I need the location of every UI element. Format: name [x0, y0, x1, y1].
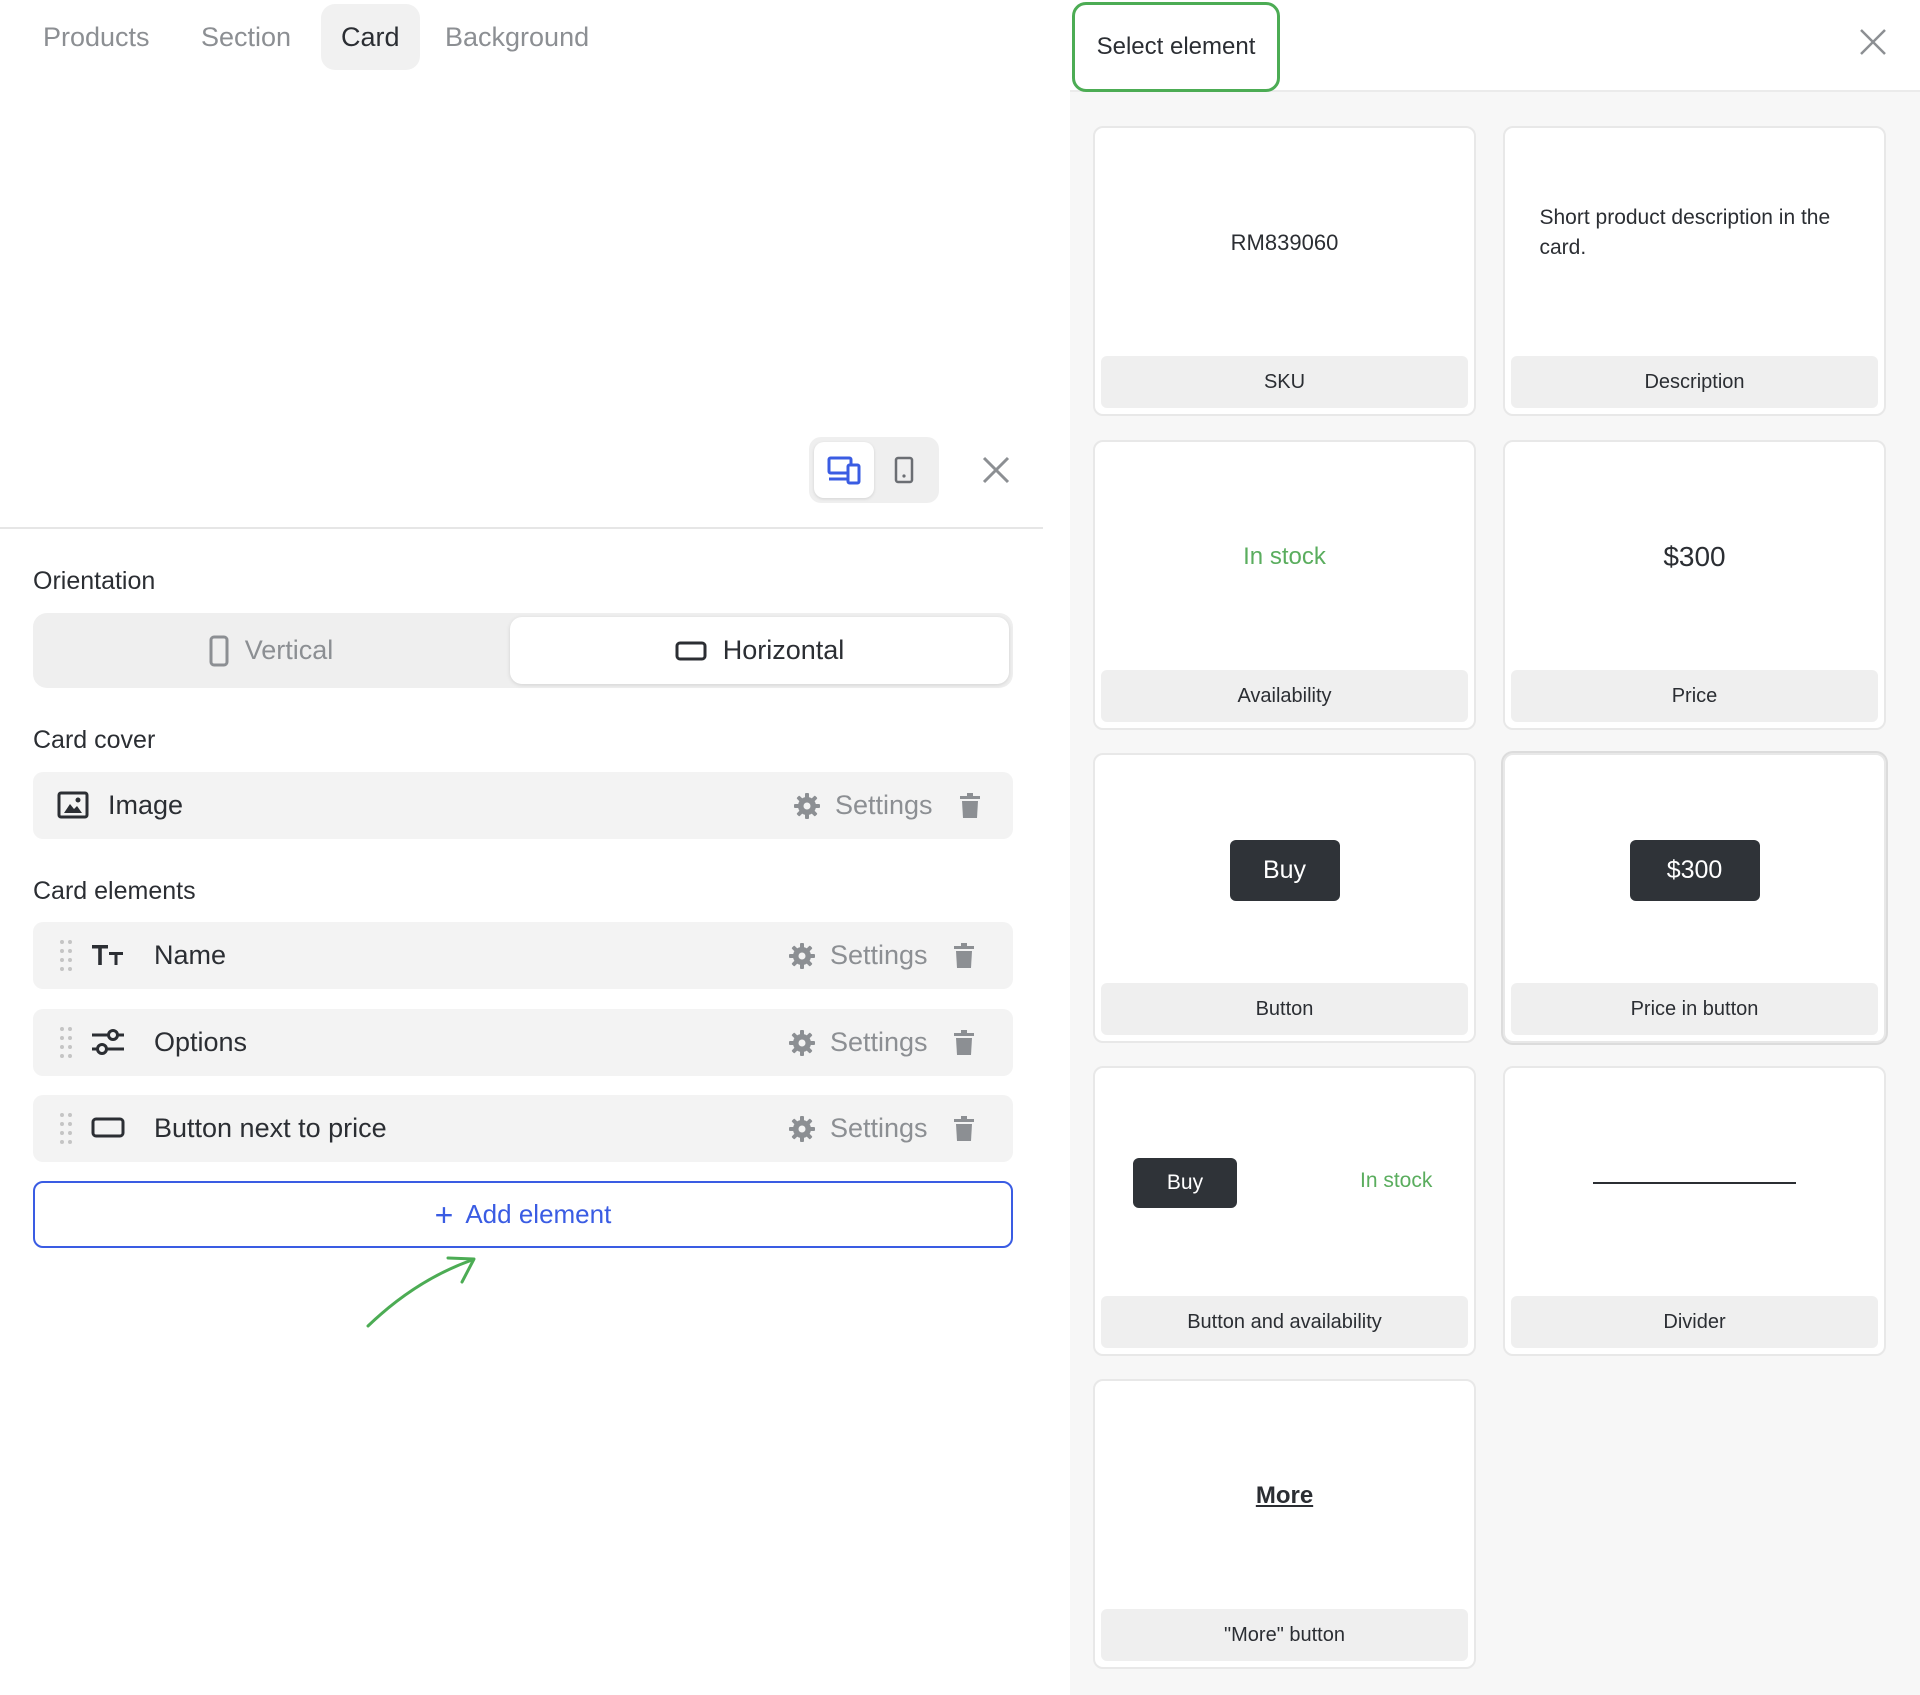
card-cover-title: Card cover	[33, 726, 156, 754]
price-button-preview: $300	[1629, 839, 1760, 901]
settings-label: Settings	[830, 940, 928, 970]
trash-icon[interactable]	[950, 941, 978, 971]
orientation-title: Orientation	[33, 567, 156, 595]
drag-handle-icon[interactable]	[59, 938, 73, 972]
gear-icon	[789, 942, 815, 969]
card-elements-title: Card elements	[33, 877, 196, 905]
element-card-more-button[interactable]: More "More" button	[1093, 1379, 1476, 1669]
tab-section[interactable]: Section	[181, 4, 311, 70]
orientation-vertical-option[interactable]: Vertical	[33, 617, 509, 684]
element-preview: In stock	[1095, 442, 1474, 672]
desktop-mobile-icon	[827, 456, 861, 485]
sliders-icon	[90, 1025, 126, 1059]
card-element-settings-button[interactable]: Settings	[788, 1095, 928, 1162]
element-preview: $300	[1505, 755, 1884, 985]
card-element-label: Name	[154, 940, 227, 970]
trash-icon[interactable]	[950, 1114, 978, 1144]
element-preview: Short product description in the card.	[1505, 128, 1884, 358]
element-label: Button	[1101, 983, 1468, 1035]
settings-label: Settings	[835, 790, 933, 820]
element-card-button-and-availability[interactable]: Buy In stock Button and availability	[1093, 1066, 1476, 1356]
element-preview: $300	[1505, 442, 1884, 672]
image-icon	[55, 788, 91, 822]
element-card-sku[interactable]: RM839060 SKU	[1093, 126, 1476, 416]
price-preview: $300	[1663, 541, 1726, 572]
tab-products[interactable]: Products	[23, 4, 170, 70]
element-preview: Buy In stock	[1095, 1068, 1474, 1298]
card-element-settings-button[interactable]: Settings	[788, 922, 928, 989]
element-preview	[1505, 1068, 1884, 1298]
orientation-toggle: Vertical Horizontal	[33, 613, 1013, 688]
gear-icon	[789, 1115, 815, 1142]
mobile-icon	[894, 456, 914, 484]
card-settings-panel: Products Section Card Background Orienta…	[0, 0, 1043, 1695]
element-card-button[interactable]: Buy Button	[1093, 753, 1476, 1043]
orientation-horizontal-option[interactable]: Horizontal	[510, 617, 1009, 684]
card-element-row-options[interactable]: Options Settings	[33, 1009, 1013, 1076]
gear-icon	[789, 1029, 815, 1056]
drag-handle-icon[interactable]	[59, 1025, 73, 1059]
text-size-icon	[90, 938, 126, 972]
element-label: Price	[1511, 670, 1878, 722]
card-element-label: Options	[154, 1027, 248, 1057]
divider-line-preview	[1593, 1182, 1796, 1184]
buy-button-preview: Buy	[1133, 1158, 1237, 1208]
orientation-horizontal-label: Horizontal	[722, 635, 845, 665]
horizontal-rect-icon	[675, 641, 707, 661]
close-icon[interactable]	[976, 450, 1016, 490]
close-icon[interactable]	[1858, 27, 1888, 57]
card-element-label: Button next to price	[154, 1113, 387, 1143]
vertical-rect-icon	[209, 635, 229, 667]
element-label: Divider	[1511, 1296, 1878, 1348]
description-preview: Short product description in the card.	[1539, 206, 1831, 259]
arrow-annotation-icon	[366, 1256, 476, 1328]
select-element-title: Select element	[1072, 2, 1280, 92]
tab-background[interactable]: Background	[425, 4, 609, 70]
element-preview: More	[1095, 1381, 1474, 1611]
orientation-vertical-label: Vertical	[244, 635, 334, 665]
settings-label: Settings	[830, 1027, 928, 1057]
card-cover-row[interactable]: Image Settings	[33, 772, 1013, 839]
availability-preview: In stock	[1360, 1169, 1433, 1192]
card-element-row-button-next-to-price[interactable]: Button next to price Settings	[33, 1095, 1013, 1162]
element-label: SKU	[1101, 356, 1468, 408]
card-cover-settings-button[interactable]: Settings	[793, 772, 933, 839]
element-card-availability[interactable]: In stock Availability	[1093, 440, 1476, 730]
element-card-price[interactable]: $300 Price	[1503, 440, 1886, 730]
element-card-description[interactable]: Short product description in the card. D…	[1503, 126, 1886, 416]
element-card-price-in-button[interactable]: $300 Price in button	[1503, 753, 1886, 1043]
device-view-toggle	[809, 437, 939, 503]
add-element-button[interactable]: + Add element	[33, 1181, 1013, 1248]
settings-label: Settings	[830, 1113, 928, 1143]
card-cover-label: Image	[108, 790, 184, 820]
element-preview: RM839060	[1095, 128, 1474, 358]
plus-icon: +	[434, 1196, 454, 1233]
element-label: Description	[1511, 356, 1878, 408]
availability-preview: In stock	[1243, 543, 1326, 570]
trash-icon[interactable]	[950, 1028, 978, 1058]
card-element-row-name[interactable]: Name Settings	[33, 922, 1013, 989]
mobile-view-button[interactable]	[874, 442, 934, 498]
gear-icon	[794, 792, 820, 819]
desktop-view-button[interactable]	[814, 442, 874, 498]
card-element-settings-button[interactable]: Settings	[788, 1009, 928, 1076]
element-card-divider[interactable]: Divider	[1503, 1066, 1886, 1356]
element-label: Availability	[1101, 670, 1468, 722]
drag-handle-icon[interactable]	[59, 1111, 73, 1145]
element-preview: Buy	[1095, 755, 1474, 985]
trash-icon[interactable]	[956, 791, 984, 821]
element-label: Button and availability	[1101, 1296, 1468, 1348]
buy-button-preview: Buy	[1229, 839, 1340, 901]
element-label: "More" button	[1101, 1609, 1468, 1661]
add-element-label: Add element	[465, 1199, 612, 1229]
more-link-preview: More	[1255, 1482, 1314, 1509]
tab-card[interactable]: Card	[321, 4, 420, 70]
button-icon	[90, 1111, 126, 1145]
sku-preview: RM839060	[1230, 230, 1339, 255]
element-label: Price in button	[1511, 983, 1878, 1035]
